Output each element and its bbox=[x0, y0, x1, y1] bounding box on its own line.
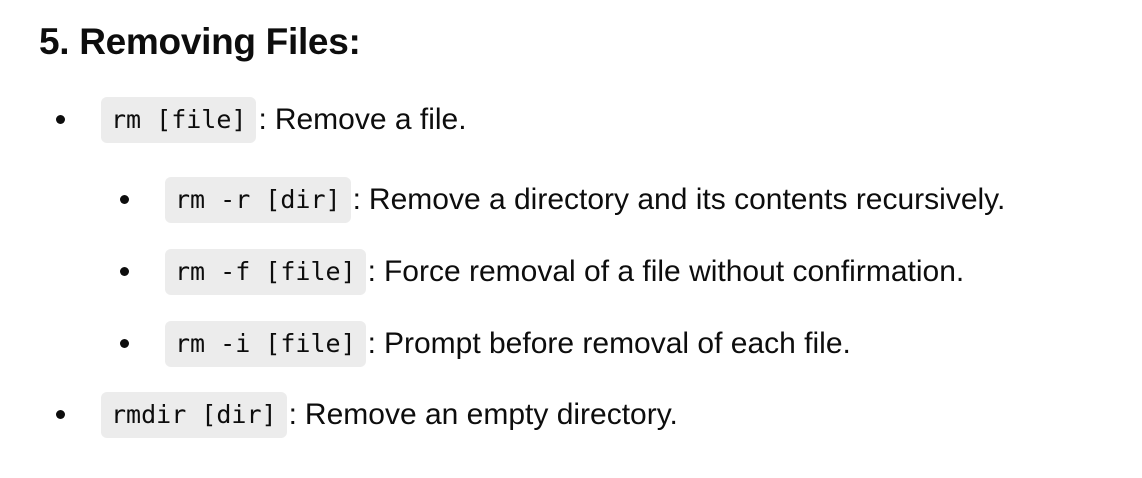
nested-list-item: rm -f [file]: Force removal of a file wi… bbox=[165, 248, 964, 296]
list-item-description: Remove an empty directory. bbox=[304, 398, 678, 431]
bullet-icon bbox=[120, 339, 129, 348]
list-item-description: Force removal of a file without confirma… bbox=[383, 255, 965, 288]
nested-list-item: rm -r [dir]: Remove a directory and its … bbox=[165, 176, 1005, 224]
bullet-icon bbox=[120, 267, 129, 276]
inline-code: rm [file] bbox=[101, 97, 257, 143]
inline-code: rm -f [file] bbox=[165, 249, 366, 295]
separator: : bbox=[367, 255, 376, 288]
separator: : bbox=[258, 103, 267, 136]
list-item: rmdir [dir]: Remove an empty directory. bbox=[101, 391, 678, 439]
document: 5. Removing Files: rm [file]: Remove a f… bbox=[0, 0, 1142, 478]
inline-code: rm -r [dir] bbox=[165, 177, 351, 223]
separator: : bbox=[367, 327, 376, 360]
separator: : bbox=[288, 398, 297, 431]
list-item-description: Remove a file. bbox=[274, 103, 467, 136]
bullet-icon bbox=[56, 115, 65, 124]
nested-list-item: rm -i [file]: Prompt before removal of e… bbox=[165, 320, 851, 368]
inline-code: rmdir [dir] bbox=[101, 392, 287, 438]
inline-code: rm -i [file] bbox=[165, 321, 366, 367]
list-item: rm [file]: Remove a file. bbox=[101, 96, 467, 144]
bullet-icon bbox=[120, 195, 129, 204]
bullet-icon bbox=[56, 410, 65, 419]
list-item-description: Remove a directory and its contents recu… bbox=[368, 183, 1006, 216]
section-heading: 5. Removing Files: bbox=[39, 21, 361, 62]
separator: : bbox=[352, 183, 361, 216]
list-item-description: Prompt before removal of each file. bbox=[383, 327, 851, 360]
